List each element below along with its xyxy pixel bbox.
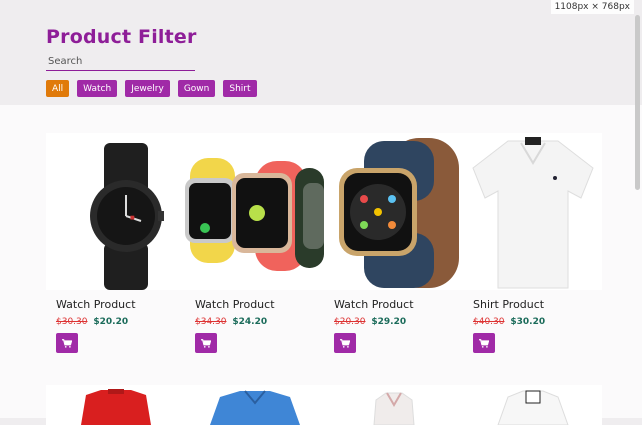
red-polo-image [46,385,185,425]
add-to-cart-button[interactable] [56,333,78,353]
product-price: $34.30 $24.20 [185,317,324,327]
cart-icon [62,338,72,348]
filter-shirt-button[interactable]: Shirt [223,80,257,97]
white-polo-image [463,385,602,425]
filter-watch-button[interactable]: Watch [77,80,118,97]
blue-shirt-image [185,385,324,425]
product-price: $20.30 $29.20 [324,317,463,327]
svg-text:■: ■ [130,215,135,221]
page-title: Product Filter [46,26,197,48]
new-price: $30.20 [510,317,546,327]
filter-all-button[interactable]: All [46,80,70,97]
cart-icon [201,338,211,348]
old-price: $30.30 [56,317,88,327]
filter-gown-button[interactable]: Gown [177,80,216,97]
product-card[interactable]: ■ Watch Product $30.30 $20.20 [46,133,185,353]
add-to-cart-button[interactable] [195,333,217,353]
product-card[interactable]: Watch Product $20.30 $29.20 [324,133,463,353]
product-card[interactable]: Watch Product $34.30 $24.20 [185,133,324,353]
add-to-cart-button[interactable] [334,333,356,353]
product-name: Shirt Product [473,298,545,311]
old-price: $40.30 [473,317,505,327]
white-polo-image [463,133,602,290]
product-price: $30.30 $20.20 [46,317,185,327]
cart-icon [479,338,489,348]
old-price: $20.30 [334,317,366,327]
product-card[interactable]: Shirt Product $40.30 $30.20 [463,133,602,353]
product-name: Watch Product [334,298,414,311]
cart-icon [340,338,350,348]
smartwatch-trio-image [185,133,324,290]
product-name: Watch Product [56,298,136,311]
product-price: $40.30 $30.20 [463,317,602,327]
new-price: $24.20 [232,317,268,327]
product-card[interactable] [185,385,324,425]
product-name: Watch Product [195,298,275,311]
white-shirt-image [324,385,463,425]
filter-jewelry-button[interactable]: Jewelry [125,80,170,97]
product-area: ■ Watch Product $30.30 $20.20 Watch Prod… [0,105,642,425]
product-grid-row-2 [46,385,602,425]
new-price: $29.20 [371,317,407,327]
search-input[interactable] [46,52,195,71]
black-watch-image: ■ [46,133,185,290]
add-to-cart-button[interactable] [473,333,495,353]
apple-watch-image [324,133,463,290]
new-price: $20.20 [93,317,129,327]
product-card[interactable] [324,385,463,425]
page-scrollbar[interactable] [635,15,640,190]
filter-bar: All Watch Jewelry Gown Shirt [46,80,257,97]
viewport-size-badge: 1108px × 768px [550,0,634,14]
product-card[interactable] [463,385,602,425]
product-grid: ■ Watch Product $30.30 $20.20 Watch Prod… [46,133,602,353]
page-header: Product Filter All Watch Jewelry Gown Sh… [0,0,642,105]
product-card[interactable] [46,385,185,425]
old-price: $34.30 [195,317,227,327]
